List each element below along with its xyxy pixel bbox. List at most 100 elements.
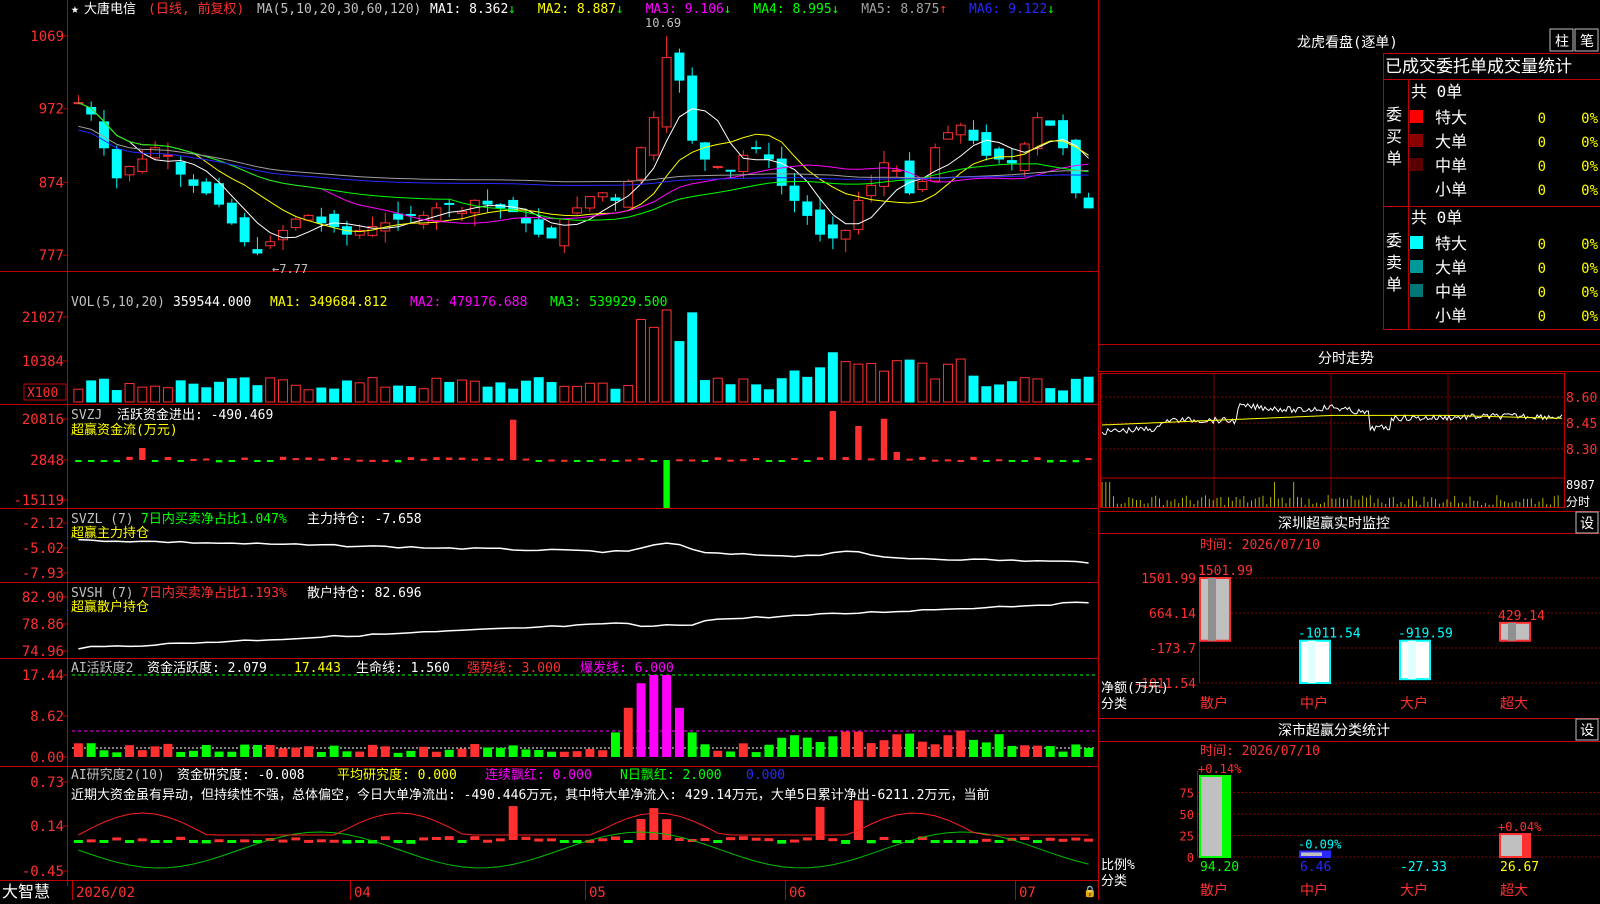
ai1-bar — [176, 752, 185, 757]
candle — [598, 193, 607, 197]
ai2-bar — [598, 838, 607, 841]
monitor-cat-0: 散户 — [1200, 695, 1228, 712]
intraday-vol-label: 分时 — [1566, 495, 1590, 509]
ai1-bar — [854, 732, 863, 757]
volume-bar — [176, 381, 185, 402]
ai1-bar — [547, 752, 556, 757]
volume-bar — [99, 379, 108, 402]
monitor-tick-1: 664.14 — [1149, 607, 1196, 622]
candle — [828, 225, 837, 238]
ai2-bar — [355, 840, 364, 843]
svzj-bars — [75, 411, 1092, 508]
ai1-bar — [1084, 748, 1093, 757]
ai1-bar — [445, 750, 454, 757]
volume-bar — [598, 383, 607, 402]
volume-bar — [956, 359, 965, 402]
ma-arrow-2: ↓ — [616, 2, 624, 17]
svsh-title: SVSH (7) — [71, 586, 134, 601]
svzj-bar — [369, 460, 375, 462]
ma-arrow-5: ↑ — [939, 2, 947, 17]
candle — [534, 220, 543, 234]
ai1-tick-0: 17.44 — [22, 668, 64, 684]
volume-bar — [1033, 379, 1042, 402]
svsh-tick-2: 74.96 — [22, 644, 64, 660]
ai2-bar — [624, 840, 633, 843]
svzj-tick-0: 20816 — [22, 412, 64, 428]
svzj-bar — [1047, 460, 1053, 462]
candle — [253, 250, 262, 253]
ai1-bar — [470, 744, 479, 757]
volume-bar — [87, 381, 96, 402]
sell-row-count: 0 — [1538, 237, 1546, 253]
volume-bar — [560, 386, 569, 402]
lock-icon[interactable]: 🔒 — [1083, 885, 1097, 898]
monitor-bar-label-2: -919.59 — [1398, 627, 1453, 642]
intraday-tick-0: 8.60 — [1566, 391, 1597, 406]
vol-unit: X100 — [27, 386, 58, 401]
volume-bar — [381, 387, 390, 402]
svzj-bar — [958, 460, 964, 462]
intraday-frame — [1101, 374, 1565, 508]
ai1-bar — [432, 752, 441, 757]
ma-legend-5: MA5: 8.875 — [861, 2, 939, 17]
ai2-f3: 连续飘红: 0.000 — [485, 767, 592, 783]
candle — [675, 53, 684, 80]
ma-legend-6: MA6: 9.122 — [969, 2, 1047, 17]
candle — [215, 184, 224, 204]
classify-bar-accent — [1222, 776, 1230, 857]
classify-value-2: -27.33 — [1400, 860, 1447, 875]
svzj-bar — [1085, 458, 1091, 460]
classify-cat-2: 大户 — [1400, 882, 1428, 899]
candle — [649, 118, 658, 155]
volume-bar — [534, 378, 543, 402]
classify-value-3: 26.67 — [1500, 860, 1539, 875]
svsh-hold: 散户持仓: 82.696 — [307, 585, 422, 601]
ai2-bar — [1071, 838, 1080, 841]
svzj-bar — [599, 459, 605, 461]
volume-bar — [304, 390, 313, 402]
ai1-bar — [573, 751, 582, 757]
svzj-bar — [497, 459, 503, 461]
svzj-bar — [254, 460, 260, 462]
candle — [585, 197, 594, 208]
panel-frames — [0, 0, 1099, 900]
svzj-bar — [190, 459, 196, 461]
classify-value-0: 94.20 — [1200, 860, 1239, 875]
monitor-settings-label: 设 — [1580, 516, 1594, 532]
ai1-bar — [125, 745, 134, 757]
volume-bar — [573, 386, 582, 402]
candle — [573, 208, 582, 213]
ai1-f3: 生命线: 1.560 — [356, 660, 450, 676]
ai1-bar — [803, 738, 812, 757]
svzj-bar — [676, 459, 682, 461]
volume-bar — [828, 353, 837, 402]
monitor-xlabel: 分类 — [1101, 697, 1127, 712]
candle — [841, 230, 850, 239]
period-label[interactable]: (日线, 前复权) — [148, 1, 244, 17]
svzj-bar — [472, 459, 478, 461]
ai1-bar — [74, 743, 83, 757]
intraday-y-axis: 8.608.458.30 — [1566, 391, 1597, 458]
ai1-bar — [995, 734, 1004, 757]
ai1-bar — [1059, 752, 1068, 757]
svzj-bar — [459, 458, 465, 460]
volume-bar — [854, 364, 863, 402]
ai2-f4: N日飘红: 2.000 — [620, 767, 722, 783]
price-header: ★ 大唐电信 (日线, 前复权) MA(5,10,20,30,60,120) M… — [71, 1, 1055, 17]
classify-bar-accent — [1322, 851, 1330, 857]
ai2-bar — [880, 837, 889, 840]
svzj-bar — [715, 457, 721, 460]
ai1-tick-1: 8.62 — [30, 709, 64, 725]
ai2-bar — [304, 840, 313, 843]
svzj-bar — [344, 458, 350, 460]
ai2-bar — [521, 837, 530, 840]
svzj-bar — [842, 457, 848, 460]
svsh-sub: 超赢散户持仓 — [71, 599, 149, 615]
svzj-bar — [881, 419, 887, 460]
candle — [125, 167, 134, 175]
monitor-chart: 1501.99664.14-173.7-1011.541501.99散户-101… — [1133, 564, 1600, 712]
buy-row-name: 大单 — [1435, 132, 1467, 151]
candle — [1007, 161, 1016, 163]
favorite-star-icon[interactable]: ★ — [71, 2, 79, 17]
svzj-tick-2: -15119 — [13, 493, 64, 509]
